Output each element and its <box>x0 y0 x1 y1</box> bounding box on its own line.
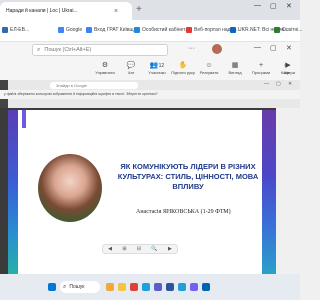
store-icon[interactable] <box>202 283 210 291</box>
shared-address-bar: Знайди в Google <box>50 82 138 89</box>
bookmark-item[interactable]: ЕЛ-ЕВ... <box>2 27 29 33</box>
view-label: Вигляд <box>228 70 242 75</box>
slide-title: ЯК КОМУНІКУЮТЬ ЛІДЕРИ В РІЗНИХ КУЛЬТУРАХ… <box>117 162 259 191</box>
more-options-icon[interactable]: ··· <box>188 45 195 52</box>
participants-label: Учасники <box>148 70 166 75</box>
word-icon[interactable] <box>166 283 174 291</box>
bookmark-item[interactable]: Освітні... <box>274 27 303 33</box>
avatar[interactable] <box>212 44 222 54</box>
browser-tab[interactable]: Наради й канали | Loc | Ukrai... × <box>0 2 132 20</box>
raise-hand-label: Підняти руку <box>171 70 195 75</box>
apps-button[interactable]: + Програми <box>248 62 274 78</box>
bookmarks-bar: ЕЛ-ЕВ... Google Вход ГРАТ Київщ... Особи… <box>0 20 303 42</box>
react-button[interactable]: ☺ Реагувати <box>196 62 222 78</box>
chrome-icon[interactable] <box>130 283 138 291</box>
bookmark-icon <box>274 27 280 33</box>
manage-icon: ⚙ <box>101 62 109 69</box>
participants-count: 12 <box>158 63 165 69</box>
shared-maximize-icon: ▢ <box>276 81 281 87</box>
author-photo <box>38 154 102 222</box>
next-slide-icon: ▶ <box>167 246 172 252</box>
widgets-icon[interactable] <box>106 283 114 291</box>
shared-screen-area: ЯК КОМУНІКУЮТЬ ЛІДЕРИ В РІЗНИХ КУЛЬТУРАХ… <box>0 108 276 274</box>
react-label: Реагувати <box>199 70 219 75</box>
bookmark-icon <box>186 27 192 33</box>
google-icon <box>58 27 64 33</box>
bookmark-label: Google <box>66 27 83 33</box>
slide-gradient-right <box>262 110 276 274</box>
taskbar-search[interactable]: ⌕ Пошук <box>60 281 100 293</box>
close-window-icon[interactable]: ✕ <box>286 2 292 10</box>
search-icon: ⌕ <box>37 46 41 53</box>
minimize-icon[interactable]: — <box>254 2 261 9</box>
zoom-in-icon: 🔍 <box>151 246 158 252</box>
manage-label: Управляти <box>95 70 115 75</box>
participants-button[interactable]: 👥12 Учасники <box>144 62 170 78</box>
teams-meeting-bar: ⌕ ··· — ▢ ✕ ⚙ Управляти 💬 Чат 👥12 Учасни… <box>0 42 300 80</box>
maximize-icon[interactable]: ▢ <box>270 2 277 10</box>
shared-screen-browser-bar: Знайди в Google — ▢ ✕ у файлі збережено … <box>0 80 300 108</box>
raise-hand-button[interactable]: ✋ Підняти руку <box>170 62 196 78</box>
taskbar-search-label: Пошук <box>69 284 85 290</box>
bookmark-item[interactable]: Вход ГРАТ Київщ... <box>86 27 138 33</box>
previous-slide-icon: ◀ <box>108 246 113 252</box>
search-icon: ⌕ <box>63 283 67 290</box>
camera-icon: ▶ <box>285 62 291 69</box>
grid-icon: ▦ <box>231 62 239 69</box>
camera-button[interactable]: ▶ Камера <box>278 62 298 78</box>
hand-icon: ✋ <box>178 62 188 69</box>
slide-accent-bar <box>22 110 26 128</box>
participants-icon: 👥12 <box>149 62 165 69</box>
close-window-icon[interactable]: ✕ <box>286 44 292 52</box>
meeting-toolbar: ⚙ Управляти 💬 Чат 👥12 Учасники ✋ Підняти… <box>92 62 300 78</box>
manage-button[interactable]: ⚙ Управляти <box>92 62 118 78</box>
apps-label: Програми <box>251 70 271 75</box>
telegram-icon[interactable] <box>178 283 186 291</box>
camera-label: Камера <box>281 70 295 75</box>
shared-close-icon: ✕ <box>288 81 293 87</box>
bookmark-label: Освітні... <box>282 27 303 33</box>
bookmark-item[interactable]: Google <box>58 27 82 33</box>
shared-info-bar: у файлі збережено кольорові зображення й… <box>0 90 300 99</box>
edge-icon[interactable] <box>142 283 150 291</box>
zoom-out-icon: ⊟ <box>136 246 142 252</box>
bookmark-label: ЕЛ-ЕВ... <box>10 27 30 33</box>
maximize-icon[interactable]: ▢ <box>270 44 277 52</box>
chat-label: Чат <box>127 70 135 75</box>
emoji-icon: ☺ <box>205 62 213 69</box>
bookmark-icon <box>86 27 92 33</box>
search-input[interactable] <box>44 47 155 53</box>
new-tab-button[interactable]: + <box>136 4 142 16</box>
chat-icon: 💬 <box>126 62 136 69</box>
shared-minimize-icon: — <box>264 81 269 87</box>
start-icon[interactable] <box>48 283 56 291</box>
windows-taskbar: ⌕ Пошук <box>0 274 300 300</box>
viber-icon[interactable] <box>190 283 198 291</box>
bookmark-item[interactable]: Особистий кабінет... <box>134 27 189 33</box>
view-button[interactable]: ▦ Вигляд <box>222 62 248 78</box>
bookmark-label: Особистий кабінет... <box>142 27 189 33</box>
slide-author: Анастасія ЯНКОВСЬКА (1-29 ФТМ) <box>136 209 231 215</box>
bookmark-icon <box>2 27 8 33</box>
teams-icon[interactable] <box>154 283 162 291</box>
search-box[interactable]: ⌕ <box>32 44 168 56</box>
file-explorer-icon[interactable] <box>118 283 126 291</box>
bookmark-icon <box>230 27 236 33</box>
chat-button[interactable]: 💬 Чат <box>118 62 144 78</box>
tab-title: Наради й канали | Loc | Ukrai... <box>6 8 78 14</box>
plus-icon: + <box>258 62 264 69</box>
minimize-icon[interactable]: — <box>254 44 261 51</box>
tab-close-icon[interactable]: × <box>114 8 118 15</box>
browser-tab-strip: Наради й канали | Loc | Ukrai... × + — ▢… <box>0 0 300 20</box>
bookmark-icon <box>134 27 140 33</box>
presentation-slide: ЯК КОМУНІКУЮТЬ ЛІДЕРИ В РІЗНИХ КУЛЬТУРАХ… <box>8 110 276 274</box>
bookmark-label: Вход ГРАТ Київщ... <box>94 27 138 33</box>
fit-page-icon: ⊞ <box>122 246 127 252</box>
slide-navigation-bar: ◀ ⊞ ⊟ 🔍 ▶ <box>102 244 178 254</box>
slide-gradient-left <box>8 110 18 274</box>
